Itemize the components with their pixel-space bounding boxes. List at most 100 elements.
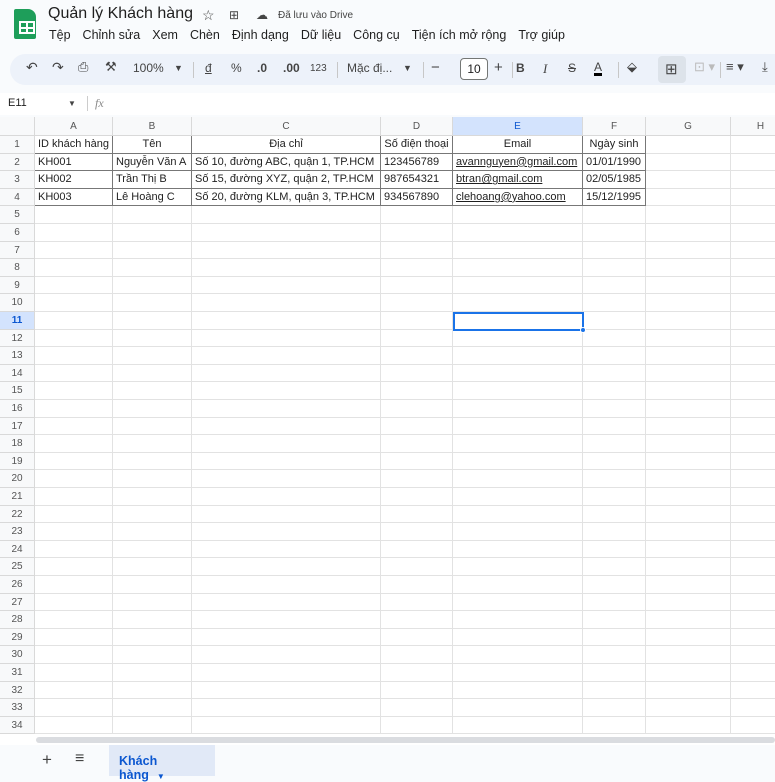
row-header-10[interactable]: 10	[0, 294, 35, 312]
cell-c31[interactable]	[192, 664, 381, 682]
cell-a15[interactable]	[35, 382, 113, 400]
cell-a17[interactable]	[35, 417, 113, 436]
sheets-logo-icon[interactable]	[14, 9, 36, 39]
cell-a29[interactable]	[35, 628, 113, 647]
cell-b23[interactable]	[113, 523, 192, 541]
cell-d20[interactable]	[381, 470, 453, 488]
cell-e33[interactable]	[453, 699, 583, 717]
cell-e15[interactable]	[453, 382, 583, 400]
cell-h10[interactable]	[731, 294, 775, 312]
cell-a32[interactable]	[35, 681, 113, 700]
cell-d4[interactable]: 934567890	[381, 188, 453, 207]
cell-c15[interactable]	[192, 382, 381, 400]
email-link[interactable]: btran@gmail.com	[456, 173, 542, 185]
font-size-increase-button[interactable]: +	[494, 59, 503, 76]
cell-h2[interactable]	[731, 154, 775, 172]
cell-h4[interactable]	[731, 189, 775, 207]
cell-a20[interactable]	[35, 470, 113, 488]
redo-icon[interactable]: ↷	[52, 59, 64, 76]
cell-g11[interactable]	[646, 312, 731, 330]
cell-e6[interactable]	[453, 224, 583, 242]
cell-f25[interactable]	[583, 558, 646, 576]
cell-f33[interactable]	[583, 699, 646, 717]
cell-a33[interactable]	[35, 699, 113, 717]
vertical-align-icon[interactable]: ⤓	[762, 59, 768, 75]
cell-f32[interactable]	[583, 681, 646, 700]
cell-d8[interactable]	[381, 259, 453, 277]
chevron-down-icon[interactable]: ▼	[403, 63, 412, 73]
cell-c18[interactable]	[192, 435, 381, 453]
cell-c28[interactable]	[192, 611, 381, 629]
cell-h23[interactable]	[731, 523, 775, 541]
cell-a14[interactable]	[35, 364, 113, 383]
email-link[interactable]: avannguyen@gmail.com	[456, 156, 577, 168]
cell-f17[interactable]	[583, 417, 646, 436]
cell-a16[interactable]	[35, 400, 113, 418]
row-header-16[interactable]: 16	[0, 400, 35, 418]
cell-f31[interactable]	[583, 664, 646, 682]
cell-a22[interactable]	[35, 505, 113, 524]
cell-g26[interactable]	[646, 576, 731, 594]
cell-h24[interactable]	[731, 541, 775, 559]
fill-handle[interactable]	[580, 326, 586, 333]
cell-d6[interactable]	[381, 224, 453, 242]
cell-d1[interactable]: Số điện thoại	[381, 136, 453, 154]
print-icon[interactable]: ⎙	[78, 59, 88, 75]
row-header-5[interactable]: 5	[0, 206, 35, 224]
row-header-4[interactable]: 4	[0, 188, 35, 207]
cell-c5[interactable]	[192, 206, 381, 224]
cell-a1[interactable]: ID khách hàng	[35, 136, 113, 154]
cell-c17[interactable]	[192, 417, 381, 436]
cell-g1[interactable]	[646, 136, 731, 154]
cell-d31[interactable]	[381, 664, 453, 682]
cell-a19[interactable]	[35, 452, 113, 471]
cell-c2[interactable]: Số 10, đường ABC, quận 1, TP.HCM	[192, 153, 381, 172]
cell-f8[interactable]	[583, 259, 646, 277]
number-format-button[interactable]: 123	[310, 63, 327, 74]
cell-g13[interactable]	[646, 347, 731, 365]
strikethrough-button[interactable]: S	[568, 61, 576, 75]
menu-data[interactable]: Dữ liệu	[301, 28, 341, 42]
cell-e25[interactable]	[453, 558, 583, 576]
cell-h17[interactable]	[731, 418, 775, 436]
cell-g17[interactable]	[646, 417, 731, 436]
increase-decimal-button[interactable]: .00	[283, 61, 300, 75]
cell-e26[interactable]	[453, 576, 583, 594]
cell-b21[interactable]	[113, 488, 192, 506]
chevron-down-icon[interactable]: ▼	[68, 99, 76, 108]
column-header-e[interactable]: E	[453, 117, 583, 136]
row-header-24[interactable]: 24	[0, 540, 35, 559]
cell-g27[interactable]	[646, 593, 731, 612]
cell-f27[interactable]	[583, 593, 646, 612]
cell-b1[interactable]: Tên	[113, 136, 192, 154]
cell-g14[interactable]	[646, 364, 731, 383]
cell-h33[interactable]	[731, 699, 775, 717]
decrease-decimal-button[interactable]: .0	[257, 61, 267, 75]
cell-a8[interactable]	[35, 259, 113, 277]
cell-b25[interactable]	[113, 558, 192, 576]
cell-g25[interactable]	[646, 558, 731, 576]
borders-button[interactable]: ⊞	[658, 56, 686, 83]
column-header-d[interactable]: D	[381, 117, 453, 136]
cell-g30[interactable]	[646, 646, 731, 664]
cell-e30[interactable]	[453, 646, 583, 664]
cell-a23[interactable]	[35, 523, 113, 541]
row-header-15[interactable]: 15	[0, 382, 35, 400]
cell-g24[interactable]	[646, 540, 731, 559]
cell-d9[interactable]	[381, 276, 453, 295]
cell-b11[interactable]	[113, 312, 192, 330]
row-header-23[interactable]: 23	[0, 523, 35, 541]
cell-e24[interactable]	[453, 540, 583, 559]
cell-b18[interactable]	[113, 435, 192, 453]
cell-f6[interactable]	[583, 224, 646, 242]
cell-f20[interactable]	[583, 470, 646, 488]
cell-d25[interactable]	[381, 558, 453, 576]
cell-a7[interactable]	[35, 241, 113, 260]
cell-d12[interactable]	[381, 329, 453, 348]
menu-view[interactable]: Xem	[152, 28, 178, 42]
currency-button[interactable]: đ	[205, 61, 212, 75]
cell-d18[interactable]	[381, 435, 453, 453]
cell-d34[interactable]	[381, 716, 453, 735]
cell-e18[interactable]	[453, 435, 583, 453]
cell-f18[interactable]	[583, 435, 646, 453]
